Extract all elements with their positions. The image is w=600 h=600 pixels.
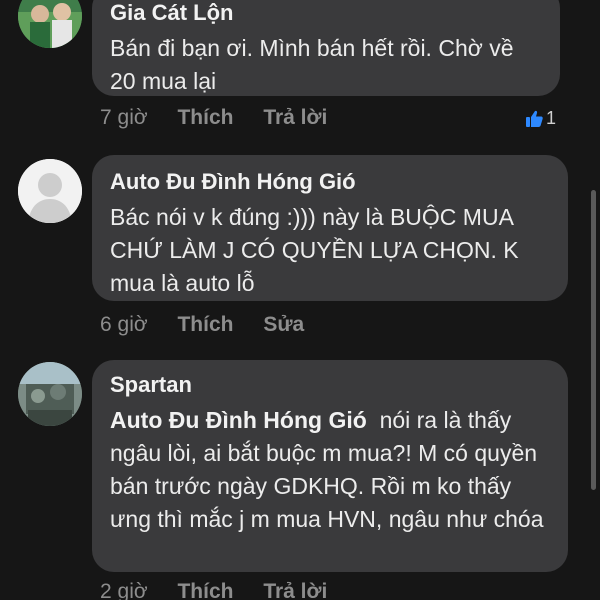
comment-author[interactable]: Auto Đu Đình Hóng Gió — [110, 169, 550, 195]
comment-bubble: Gia Cát Lộn Bán đi bạn ơi. Mình bán hết … — [92, 0, 560, 96]
scrollbar[interactable] — [591, 190, 596, 490]
comment-thread: Gia Cát Lộn Bán đi bạn ơi. Mình bán hết … — [0, 0, 600, 600]
comment-text: Bác nói v k đúng :))) này là BUỘC MUA CH… — [110, 204, 519, 296]
reaction-count: 1 — [546, 108, 557, 128]
comment-text: Auto Đu Đình Hóng Gió nói ra là thấy ngâ… — [110, 404, 550, 536]
comment-bubble: Spartan Auto Đu Đình Hóng Gió nói ra là … — [92, 360, 568, 572]
avatar[interactable] — [18, 0, 82, 48]
comment-1: Gia Cát Lộn Bán đi bạn ơi. Mình bán hết … — [0, 0, 600, 145]
comment-actions: 6 giờ Thích Sửa — [100, 313, 304, 337]
default-avatar-icon — [18, 159, 82, 223]
comment-time[interactable]: 6 giờ — [100, 313, 148, 337]
comment-time[interactable]: 2 giờ — [100, 580, 148, 600]
reply-button[interactable]: Trả lời — [263, 106, 327, 130]
comment-actions: 7 giờ Thích Trả lời — [100, 106, 327, 130]
thumbs-up-icon — [526, 110, 543, 127]
avatar[interactable] — [18, 362, 82, 426]
avatar-photo — [18, 362, 82, 426]
like-button[interactable]: Thích — [177, 580, 233, 600]
avatar[interactable] — [18, 159, 82, 223]
reaction-summary[interactable]: 1 — [524, 108, 556, 129]
like-button[interactable]: Thích — [177, 313, 233, 337]
reply-button[interactable]: Trả lời — [263, 580, 327, 600]
comment-2: Auto Đu Đình Hóng Gió Bác nói v k đúng :… — [0, 155, 600, 345]
comment-time[interactable]: 7 giờ — [100, 106, 148, 130]
avatar-photo — [18, 0, 82, 48]
mention-link[interactable]: Auto Đu Đình Hóng Gió — [110, 407, 367, 433]
comment-bubble: Auto Đu Đình Hóng Gió Bác nói v k đúng :… — [92, 155, 568, 301]
comment-3: Spartan Auto Đu Đình Hóng Gió nói ra là … — [0, 360, 600, 600]
like-button[interactable]: Thích — [177, 106, 233, 130]
comment-text: Bán đi bạn ơi. Mình bán hết rồi. Chờ về … — [110, 35, 514, 94]
comment-actions: 2 giờ Thích Trả lời — [100, 580, 327, 600]
comment-author[interactable]: Gia Cát Lộn — [110, 0, 542, 26]
comment-author[interactable]: Spartan — [110, 372, 550, 398]
edit-button[interactable]: Sửa — [263, 313, 304, 337]
